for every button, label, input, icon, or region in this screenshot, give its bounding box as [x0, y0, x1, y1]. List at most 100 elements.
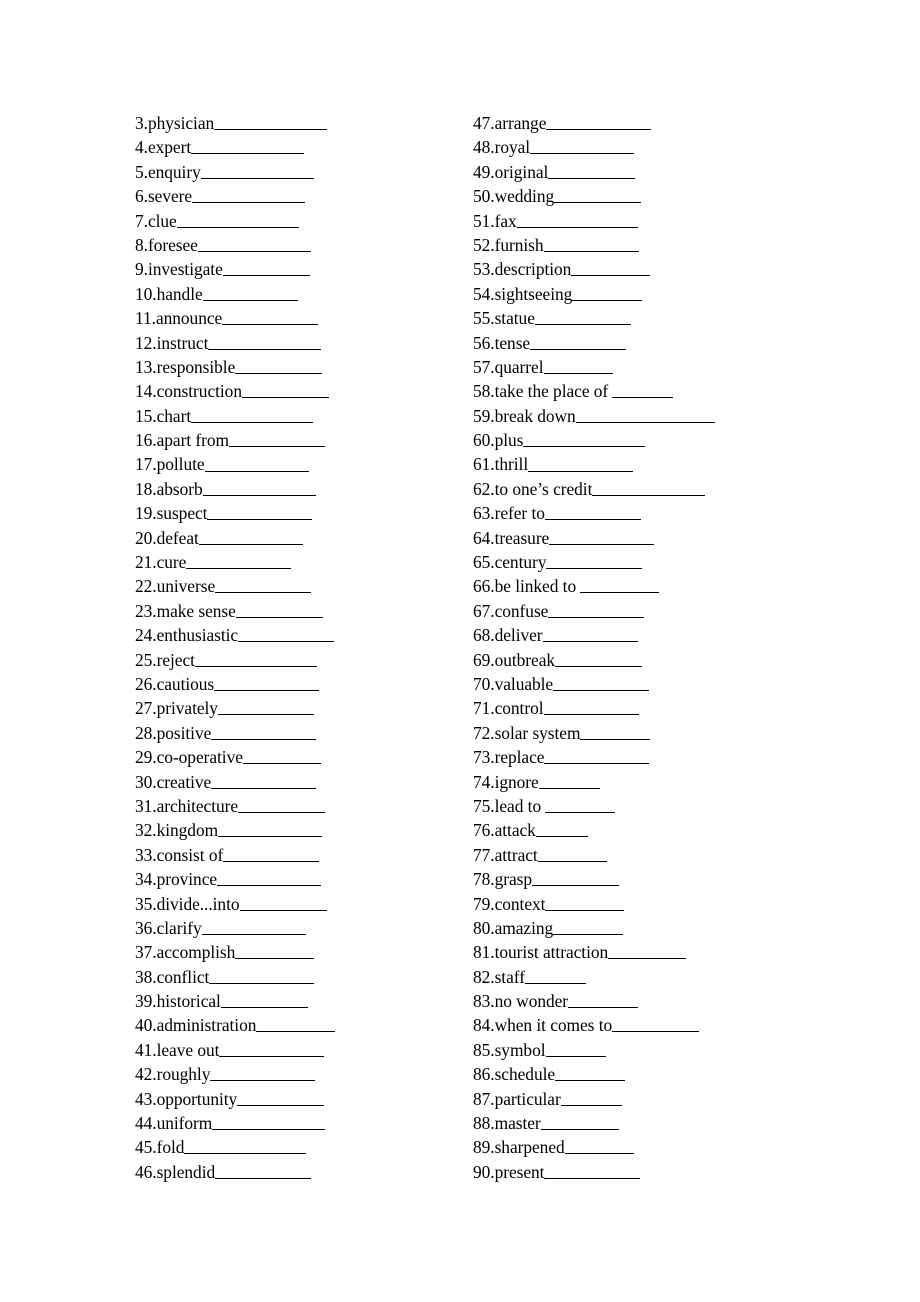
answer-blank[interactable]: [242, 749, 322, 765]
vocabulary-entry: 13.responsible: [135, 355, 473, 379]
answer-blank[interactable]: [548, 164, 636, 179]
answer-blank[interactable]: [555, 1066, 625, 1082]
answer-blank[interactable]: [580, 578, 659, 594]
entry-number: 65.: [473, 552, 495, 573]
answer-blank[interactable]: [571, 261, 650, 277]
answer-blank[interactable]: [549, 529, 654, 545]
answer-blank[interactable]: [194, 651, 317, 667]
answer-blank[interactable]: [542, 627, 639, 643]
answer-blank[interactable]: [211, 773, 316, 789]
answer-blank[interactable]: [535, 822, 588, 838]
answer-blank[interactable]: [197, 237, 311, 252]
answer-blank[interactable]: [192, 188, 306, 204]
answer-blank[interactable]: [235, 603, 323, 618]
answer-blank[interactable]: [564, 1139, 635, 1155]
answer-blank[interactable]: [223, 846, 319, 862]
answer-blank[interactable]: [239, 895, 327, 911]
answer-blank[interactable]: [219, 1042, 324, 1057]
answer-blank[interactable]: [524, 968, 586, 984]
entry-term: accomplish: [156, 942, 236, 963]
answer-blank[interactable]: [214, 115, 328, 131]
answer-blank[interactable]: [235, 359, 323, 374]
answer-blank[interactable]: [543, 359, 614, 374]
answer-blank[interactable]: [545, 798, 615, 813]
answer-blank[interactable]: [537, 846, 608, 862]
answer-blank[interactable]: [204, 456, 309, 472]
answer-blank[interactable]: [215, 1164, 311, 1179]
answer-blank[interactable]: [553, 920, 623, 935]
answer-blank[interactable]: [202, 481, 316, 496]
answer-blank[interactable]: [201, 920, 307, 935]
answer-blank[interactable]: [540, 1115, 619, 1131]
answer-blank[interactable]: [222, 261, 310, 277]
answer-blank[interactable]: [548, 603, 645, 618]
answer-blank[interactable]: [212, 1115, 326, 1131]
answer-blank[interactable]: [560, 1090, 622, 1106]
answer-blank[interactable]: [544, 505, 641, 521]
answer-blank[interactable]: [211, 725, 316, 740]
answer-blank[interactable]: [580, 725, 651, 740]
answer-blank[interactable]: [554, 188, 642, 204]
answer-blank[interactable]: [184, 1139, 307, 1155]
answer-blank[interactable]: [530, 139, 635, 155]
answer-blank[interactable]: [545, 1042, 607, 1057]
answer-blank[interactable]: [198, 529, 304, 545]
vocabulary-entry: 67.confuse: [473, 599, 853, 623]
answer-blank[interactable]: [210, 1066, 315, 1082]
answer-blank[interactable]: [218, 822, 323, 838]
entry-term: clue: [147, 210, 177, 231]
answer-blank[interactable]: [256, 1017, 335, 1033]
answer-blank[interactable]: [523, 432, 646, 448]
entry-term: when it comes to: [494, 1015, 613, 1036]
answer-blank[interactable]: [532, 871, 620, 887]
answer-blank[interactable]: [200, 164, 314, 179]
vocabulary-entry: 82.staff: [473, 965, 853, 989]
vocabulary-entry: 70.valuable: [473, 672, 853, 696]
answer-blank[interactable]: [208, 334, 322, 350]
answer-blank[interactable]: [553, 676, 649, 692]
answer-blank[interactable]: [202, 286, 299, 301]
answer-blank[interactable]: [544, 1164, 641, 1179]
answer-blank[interactable]: [220, 993, 308, 1009]
answer-blank[interactable]: [191, 139, 305, 155]
vocabulary-entry: 89.sharpened: [473, 1135, 853, 1159]
answer-blank[interactable]: [568, 993, 638, 1009]
answer-blank[interactable]: [575, 407, 715, 423]
answer-blank[interactable]: [214, 676, 319, 692]
entry-term: no wonder: [494, 991, 569, 1012]
answer-blank[interactable]: [534, 310, 631, 326]
answer-blank[interactable]: [546, 554, 643, 570]
answer-blank[interactable]: [572, 286, 642, 301]
answer-blank[interactable]: [217, 871, 322, 887]
answer-blank[interactable]: [608, 944, 687, 960]
answer-blank[interactable]: [528, 456, 633, 472]
answer-blank[interactable]: [538, 773, 600, 789]
answer-blank[interactable]: [215, 578, 311, 594]
answer-blank[interactable]: [241, 383, 329, 399]
answer-blank[interactable]: [229, 432, 325, 448]
answer-blank[interactable]: [235, 944, 314, 960]
answer-blank[interactable]: [217, 700, 314, 716]
answer-blank[interactable]: [207, 505, 312, 521]
answer-blank[interactable]: [544, 749, 649, 765]
answer-blank[interactable]: [612, 1017, 700, 1033]
answer-blank[interactable]: [546, 115, 651, 131]
answer-blank[interactable]: [176, 212, 299, 228]
answer-blank[interactable]: [186, 554, 291, 570]
answer-blank[interactable]: [555, 651, 643, 667]
answer-blank[interactable]: [516, 212, 639, 228]
answer-blank[interactable]: [238, 627, 334, 643]
entry-number: 41.: [135, 1039, 157, 1060]
answer-blank[interactable]: [209, 968, 314, 984]
answer-blank[interactable]: [191, 407, 313, 423]
answer-blank[interactable]: [543, 700, 640, 716]
answer-blank[interactable]: [222, 310, 318, 326]
answer-blank[interactable]: [237, 1090, 325, 1106]
answer-blank[interactable]: [612, 383, 674, 399]
answer-blank[interactable]: [545, 895, 624, 911]
answer-blank[interactable]: [592, 481, 706, 496]
answer-blank[interactable]: [543, 237, 640, 252]
answer-blank[interactable]: [530, 334, 626, 350]
answer-blank[interactable]: [238, 798, 326, 813]
entry-term: thrill: [494, 454, 529, 475]
